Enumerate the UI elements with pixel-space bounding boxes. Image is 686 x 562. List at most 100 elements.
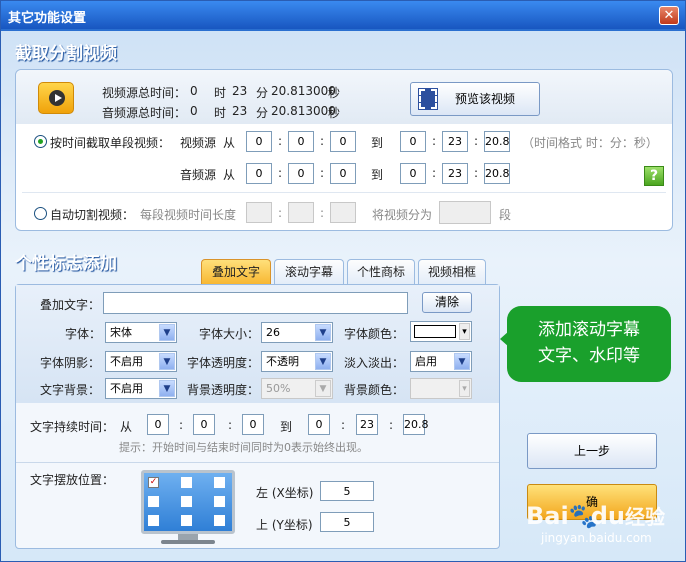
duration-from-minute[interactable]: 0 xyxy=(193,414,215,435)
video-source-label: 视频源 xyxy=(180,136,217,150)
audio-total-minutes: 23 xyxy=(232,104,248,118)
audio-to-second[interactable]: 20.8 xyxy=(484,163,510,184)
colon: : xyxy=(389,418,394,432)
segment-length-label: 每段视频时间长度 xyxy=(140,208,237,222)
tab-video-frame[interactable]: 视频相框 xyxy=(418,259,486,285)
bg-value: 不启用 xyxy=(110,382,143,395)
video-from-second[interactable]: 0 xyxy=(330,131,356,152)
video-total-seconds: 20.813000 xyxy=(271,84,336,98)
opacity-select[interactable]: 不透明 ▼ xyxy=(261,351,333,372)
baidu-brand-du: du xyxy=(590,502,625,530)
position-checkbox-top-left[interactable]: ✓ xyxy=(148,477,159,488)
video-minute-unit: 分 xyxy=(256,86,269,100)
duration-from-label: 从 xyxy=(120,420,133,434)
colon: : xyxy=(474,134,479,148)
colon: : xyxy=(432,166,437,180)
video-from-hour[interactable]: 0 xyxy=(246,131,272,152)
opacity-label: 字体透明度： xyxy=(187,356,260,370)
video-total-hours: 0 xyxy=(190,84,198,98)
title-bar[interactable]: 其它功能设置 ✕ xyxy=(1,1,685,29)
top-y-input[interactable]: 5 xyxy=(320,512,374,532)
baidu-watermark: Bai🐾du经验 xyxy=(526,501,665,530)
audio-from-label: 从 xyxy=(223,168,236,182)
position-checkbox-middle-left[interactable] xyxy=(148,496,159,507)
divider xyxy=(22,192,666,193)
bg-opacity-select[interactable]: 50% ▼ xyxy=(261,378,333,399)
audio-to-minute[interactable]: 23 xyxy=(442,163,468,184)
close-button[interactable]: ✕ xyxy=(659,6,679,25)
duration-from-hour[interactable]: 0 xyxy=(147,414,169,435)
fade-select[interactable]: 启用 ▼ xyxy=(410,351,472,372)
audio-second-unit: 秒 xyxy=(328,106,341,120)
previous-button[interactable]: 上一步 xyxy=(527,433,657,469)
audio-from-minute[interactable]: 0 xyxy=(288,163,314,184)
left-x-label: 左 (X坐标) xyxy=(256,486,314,500)
position-checkbox-bottom-center[interactable] xyxy=(181,515,192,526)
clear-button[interactable]: 清除 xyxy=(422,292,472,313)
font-size-select[interactable]: 26 ▼ xyxy=(261,322,333,343)
colon: : xyxy=(320,134,325,148)
position-checkbox-middle-right[interactable] xyxy=(214,496,225,507)
duration-to-hour[interactable]: 0 xyxy=(308,414,330,435)
video-to-second[interactable]: 20.8 xyxy=(484,131,510,152)
paw-icon: 🐾 xyxy=(568,502,599,530)
capture-section-title: 截取分割视频 xyxy=(15,44,117,64)
video-folder-icon xyxy=(38,82,74,114)
duration-to-label: 到 xyxy=(280,420,293,434)
tab-custom-logo[interactable]: 个性商标 xyxy=(347,259,415,285)
position-checkbox-top-center[interactable] xyxy=(181,477,192,488)
segment-hour-input[interactable] xyxy=(246,202,272,223)
auto-split-radio[interactable] xyxy=(34,207,47,220)
font-select[interactable]: 宋体 ▼ xyxy=(105,322,177,343)
callout-pointer xyxy=(500,331,509,347)
tab-scrolling-subtitle[interactable]: 滚动字幕 xyxy=(274,259,344,285)
position-checkbox-top-right[interactable] xyxy=(214,477,225,488)
duration-from-second[interactable]: 0 xyxy=(242,414,264,435)
chevron-down-icon: ▾ xyxy=(459,323,470,340)
font-color-label: 字体颜色： xyxy=(344,327,405,341)
monitor-base-icon xyxy=(161,540,215,544)
single-segment-label: 按时间截取单段视频： xyxy=(50,136,171,150)
video-from-minute[interactable]: 0 xyxy=(288,131,314,152)
preview-video-button[interactable]: 预览该视频 xyxy=(410,82,540,116)
overlay-text-input[interactable] xyxy=(103,292,408,314)
audio-to-label: 到 xyxy=(371,168,384,182)
fade-value: 启用 xyxy=(415,355,437,368)
tab-overlay-text[interactable]: 叠加文字 xyxy=(201,259,271,286)
position-checkbox-bottom-left[interactable] xyxy=(148,515,159,526)
baidu-brand-bai: Bai xyxy=(526,502,569,530)
help-icon[interactable]: ? xyxy=(644,166,664,186)
audio-source-label: 音频源 xyxy=(180,168,217,182)
bg-color-label: 背景颜色： xyxy=(344,383,405,397)
video-to-hour[interactable]: 0 xyxy=(400,131,426,152)
single-segment-radio[interactable] xyxy=(34,135,47,148)
video-second-unit: 秒 xyxy=(328,86,341,100)
colon: : xyxy=(432,134,437,148)
colon: : xyxy=(341,418,346,432)
chevron-down-icon: ▼ xyxy=(159,380,175,397)
position-checkbox-center[interactable] xyxy=(181,496,192,507)
video-hour-unit: 时 xyxy=(214,86,227,100)
video-total-minutes: 23 xyxy=(232,84,248,98)
bg-select[interactable]: 不启用 ▼ xyxy=(105,378,177,399)
overlay-text-label: 叠加文字： xyxy=(40,298,101,312)
fade-label: 淡入淡出： xyxy=(344,356,405,370)
duration-to-second[interactable]: 20.8 xyxy=(403,414,429,435)
position-checkbox-bottom-right[interactable] xyxy=(214,515,225,526)
audio-from-hour[interactable]: 0 xyxy=(246,163,272,184)
audio-to-hour[interactable]: 0 xyxy=(400,163,426,184)
audio-from-second[interactable]: 0 xyxy=(330,163,356,184)
shadow-select[interactable]: 不启用 ▼ xyxy=(105,351,177,372)
segment-minute-input[interactable] xyxy=(288,202,314,223)
segment-count-input[interactable] xyxy=(439,201,491,224)
bg-color-picker[interactable]: ▾ xyxy=(410,378,472,399)
audio-total-label: 音频源总时间： xyxy=(102,106,187,120)
left-x-input[interactable]: 5 xyxy=(320,481,374,501)
bg-opacity-value: 50% xyxy=(266,382,291,395)
position-grid[interactable]: ✓ xyxy=(141,470,235,534)
segment-second-input[interactable] xyxy=(330,202,356,223)
video-from-label: 从 xyxy=(223,136,236,150)
video-to-minute[interactable]: 23 xyxy=(442,131,468,152)
duration-to-minute[interactable]: 23 xyxy=(356,414,378,435)
font-color-picker[interactable]: ▾ xyxy=(410,321,472,342)
